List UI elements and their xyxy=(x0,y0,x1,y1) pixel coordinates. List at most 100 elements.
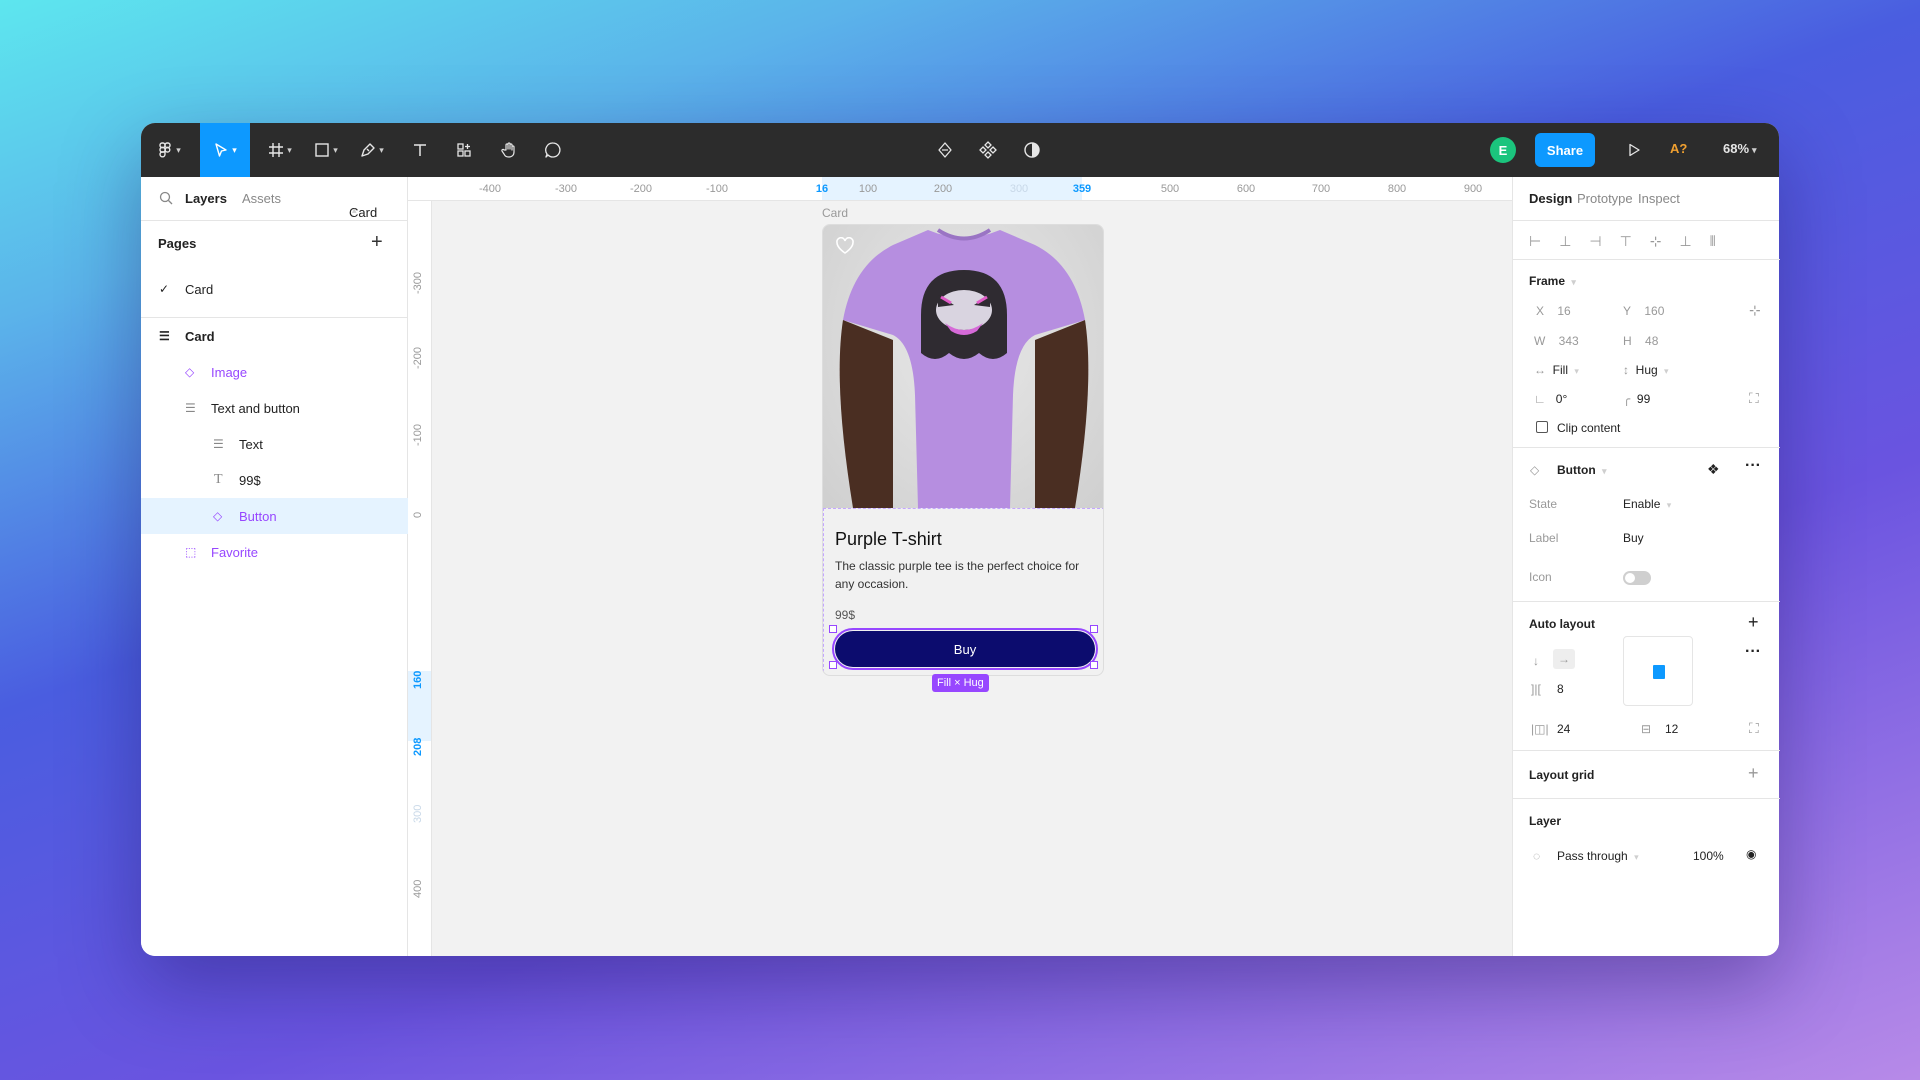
instance-frame-icon: ⬚ xyxy=(185,545,197,559)
product-image[interactable] xyxy=(823,225,1103,508)
frame-name-label[interactable]: Card xyxy=(822,206,848,220)
main-menu-button[interactable]: ▾ xyxy=(141,123,197,177)
ai-label[interactable]: A? xyxy=(1670,141,1687,156)
instance-diamond-icon: ◇ xyxy=(185,365,195,379)
component-diamond-icon: ◇ xyxy=(1530,463,1540,477)
gap-value[interactable]: 8 xyxy=(1557,682,1564,696)
resize-handle[interactable] xyxy=(1090,661,1098,669)
alignment-toolbar[interactable]: ⊢⊥⊣⊤⊹⊥⫴ xyxy=(1529,233,1734,250)
resources-tool-button[interactable] xyxy=(446,123,482,177)
figma-logo-icon xyxy=(159,142,171,158)
opacity-value[interactable]: 100% xyxy=(1693,849,1724,863)
corner-radius-field[interactable]: ╭ 99 xyxy=(1623,392,1650,406)
user-avatar[interactable]: E xyxy=(1490,137,1516,163)
section-divider xyxy=(1513,798,1780,799)
present-button[interactable] xyxy=(1619,123,1649,177)
independent-corners-icon[interactable]: ⛶ xyxy=(1749,390,1759,407)
right-panel: Design Prototype Inspect ⊢⊥⊣⊤⊹⊥⫴ Frame ▾… xyxy=(1512,177,1780,956)
contrast-button[interactable] xyxy=(1014,123,1050,177)
corner-radius-icon: ╭ xyxy=(1623,392,1631,406)
width-mode-value: Fill xyxy=(1552,363,1568,377)
more-options-icon[interactable]: ··· xyxy=(1745,643,1761,661)
layer-price[interactable]: T 99$ xyxy=(141,462,408,498)
chevron-down-icon: ▾ xyxy=(287,144,292,155)
rotation-angle-icon: ∟ xyxy=(1534,392,1546,406)
play-icon xyxy=(1629,143,1640,157)
reset-instance-button[interactable] xyxy=(927,123,963,177)
blend-mode-dropdown[interactable]: Pass through ▾ xyxy=(1557,849,1639,863)
vertical-padding-value[interactable]: 12 xyxy=(1665,722,1678,736)
blend-drop-icon: ◌ xyxy=(1533,849,1541,863)
layer-card[interactable]: ☰ Card xyxy=(141,318,408,354)
ruler-tick: -200 xyxy=(412,346,424,369)
layer-section-title: Layer xyxy=(1529,814,1562,828)
resize-handle[interactable] xyxy=(829,625,837,633)
ruler-tick: 160 xyxy=(412,670,424,689)
direction-vertical-icon[interactable]: ↓ xyxy=(1533,654,1539,668)
resize-handle[interactable] xyxy=(1090,625,1098,633)
share-button[interactable]: Share xyxy=(1535,133,1595,167)
y-value: 160 xyxy=(1644,304,1665,318)
ruler-vertical: -300 -200 -100 0 160 208 300 400 500 xyxy=(408,201,432,956)
vertical-padding-icon: ⊟ xyxy=(1641,722,1652,736)
tab-inspect[interactable]: Inspect xyxy=(1638,191,1680,206)
buy-button[interactable]: Buy xyxy=(832,628,1098,670)
x-field[interactable]: X 16 xyxy=(1536,304,1571,318)
horizontal-padding-value[interactable]: 24 xyxy=(1557,722,1570,736)
more-options-icon[interactable]: ··· xyxy=(1745,457,1761,475)
frame-tool-button[interactable]: ▾ xyxy=(258,123,302,177)
shape-tool-button[interactable]: ▾ xyxy=(304,123,348,177)
w-field[interactable]: W 343 xyxy=(1534,334,1579,348)
visibility-eye-icon[interactable]: ◉ xyxy=(1746,847,1756,861)
zoom-dropdown[interactable]: 68% ▾ xyxy=(1723,141,1757,156)
tab-prototype[interactable]: Prototype xyxy=(1577,191,1633,206)
layer-button[interactable]: ◇ Button xyxy=(141,498,408,534)
tab-design[interactable]: Design xyxy=(1529,191,1572,206)
absolute-position-icon[interactable]: ⊹ xyxy=(1749,302,1761,319)
pen-tool-button[interactable]: ▾ xyxy=(350,123,394,177)
y-field[interactable]: Y 160 xyxy=(1623,304,1664,318)
text-and-button-frame[interactable]: Purple T-shirt The classic purple tee is… xyxy=(823,508,1103,675)
resize-handle[interactable] xyxy=(829,661,837,669)
hand-tool-button[interactable] xyxy=(491,123,527,177)
h-field[interactable]: H 48 xyxy=(1623,334,1658,348)
individual-padding-icon[interactable]: ⛶ xyxy=(1749,720,1759,737)
width-mode-dropdown[interactable]: ↔ Fill ▾ xyxy=(1534,363,1579,377)
label-prop-input[interactable]: Buy xyxy=(1623,531,1644,545)
add-auto-layout-plus-icon[interactable]: + xyxy=(1748,612,1759,633)
ruler-tick: 800 xyxy=(1387,183,1407,195)
go-to-main-component-icon[interactable]: ❖ xyxy=(1707,461,1720,478)
state-dropdown[interactable]: Enable ▾ xyxy=(1623,497,1671,511)
product-card[interactable]: Purple T-shirt The classic purple tee is… xyxy=(822,224,1104,676)
reset-arrow-icon xyxy=(938,142,952,158)
layer-text[interactable]: ☰ Text xyxy=(141,426,408,462)
frame-section-title[interactable]: Frame ▾ xyxy=(1529,274,1576,288)
add-layout-grid-plus-icon[interactable]: + xyxy=(1748,763,1759,784)
comment-tool-button[interactable] xyxy=(535,123,571,177)
add-page-plus-icon[interactable]: + xyxy=(371,231,383,254)
layer-image[interactable]: ◇ Image xyxy=(141,354,408,390)
height-mode-dropdown[interactable]: ↕ Hug ▾ xyxy=(1623,363,1669,377)
component-button[interactable] xyxy=(970,123,1006,177)
heart-icon[interactable] xyxy=(835,237,855,255)
tab-layers[interactable]: Layers xyxy=(185,191,227,206)
rotation-field[interactable]: ∟ 0° xyxy=(1534,392,1567,406)
card-title: Purple T-shirt xyxy=(835,529,942,549)
ruler-tick: 359 xyxy=(1072,183,1092,195)
icon-toggle[interactable] xyxy=(1623,571,1651,585)
direction-horizontal-icon[interactable]: → xyxy=(1553,649,1575,669)
move-tool-button[interactable]: ▾ xyxy=(200,123,250,177)
ruler-tick: 300 xyxy=(1009,183,1029,195)
layer-label: Button xyxy=(239,508,277,524)
layer-text-and-button[interactable]: ☰ Text and button xyxy=(141,390,408,426)
text-tool-button[interactable] xyxy=(402,123,438,177)
ruler-tick: -100 xyxy=(705,183,729,195)
layer-favorite[interactable]: ⬚ Favorite xyxy=(141,534,408,570)
card-description: The classic purple tee is the perfect ch… xyxy=(835,559,1080,591)
clip-content-checkbox[interactable] xyxy=(1536,421,1548,433)
page-item-card[interactable]: ✓ Card xyxy=(141,271,408,307)
component-name-dropdown[interactable]: Button ▾ xyxy=(1557,463,1607,477)
tab-assets[interactable]: Assets xyxy=(242,191,281,206)
search-icon[interactable] xyxy=(159,191,173,205)
alignment-box[interactable] xyxy=(1623,636,1693,706)
